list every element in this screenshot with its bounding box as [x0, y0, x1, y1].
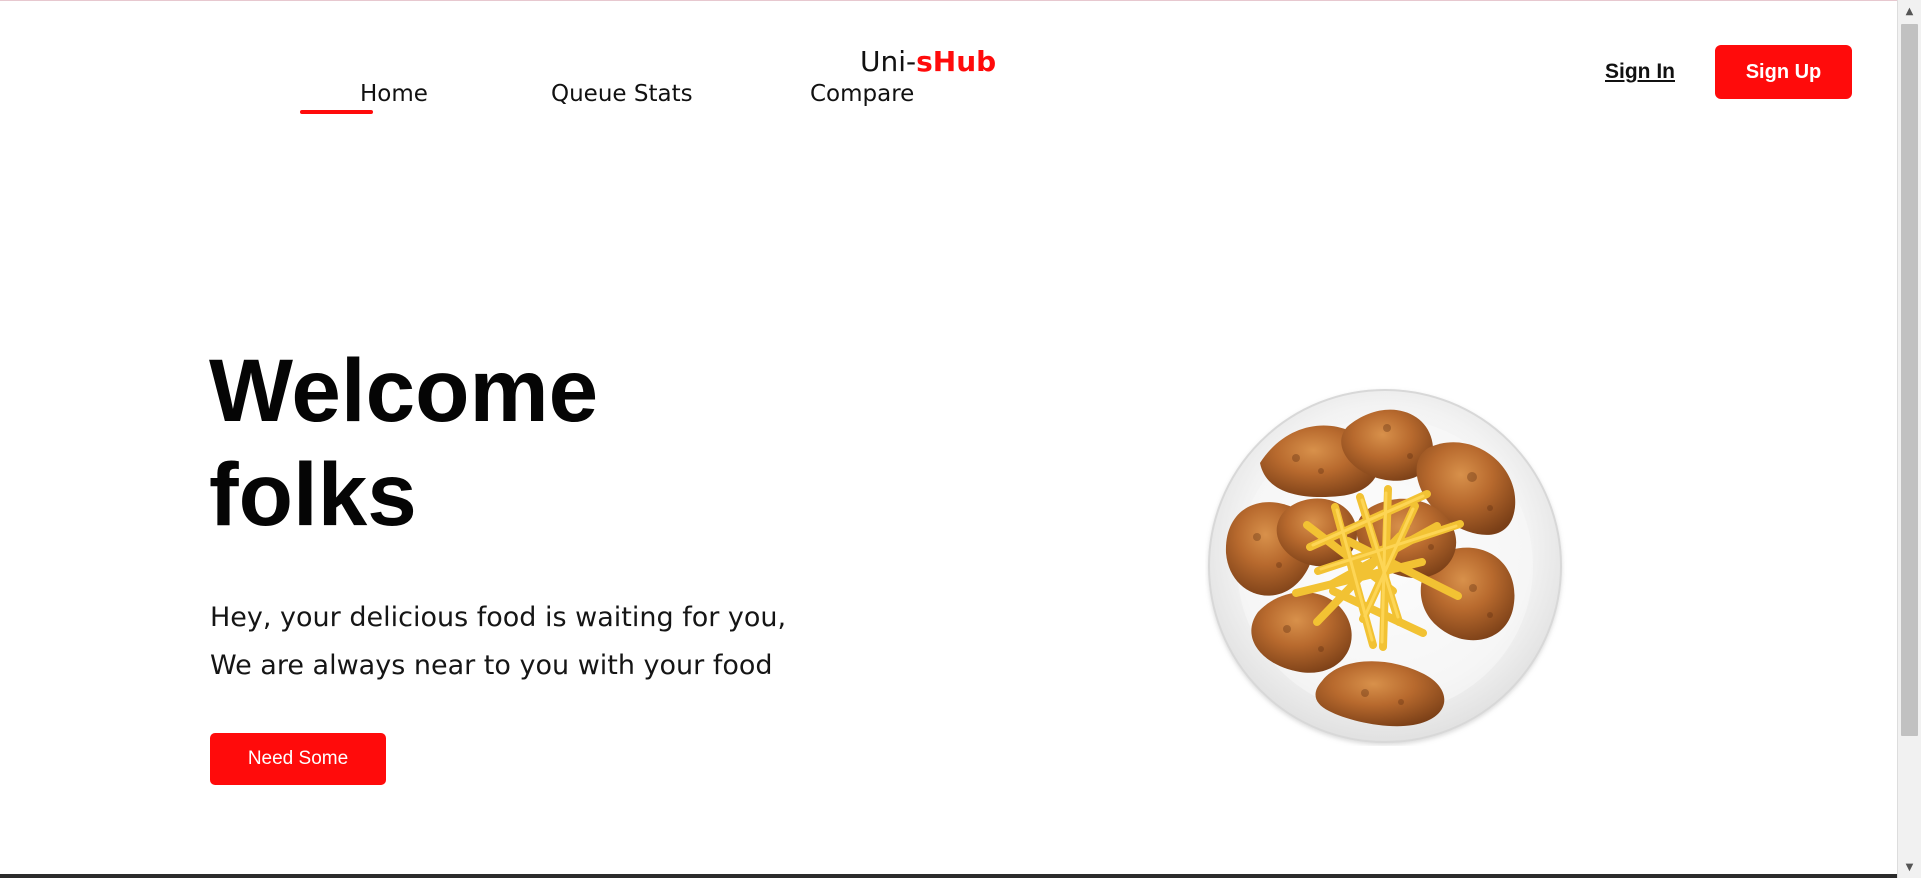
- fried-chicken-fries-plate-image: [1205, 381, 1570, 746]
- hero-description-line-2: We are always near to you with your food: [210, 650, 773, 681]
- scrollbar-thumb[interactable]: [1901, 24, 1918, 736]
- hero-title: Welcome folks: [209, 338, 769, 546]
- nav-home[interactable]: Home: [360, 77, 428, 111]
- hero-title-line-1: Welcome: [209, 340, 599, 440]
- sign-in-link[interactable]: Sign In: [1605, 59, 1675, 85]
- triangle-down-icon[interactable]: ▼: [1898, 856, 1921, 878]
- bottom-border: [0, 874, 1897, 878]
- logo-shub-text: sHub: [916, 45, 997, 78]
- site-logo[interactable]: Uni-sHub: [860, 44, 996, 80]
- need-some-button[interactable]: Need Some: [210, 733, 386, 785]
- browser-viewport: Home Queue Stats Compare Uni-sHub Sign I…: [0, 0, 1897, 878]
- nav-queue-stats[interactable]: Queue Stats: [551, 77, 693, 111]
- top-border: [0, 0, 1897, 1]
- hero-description: Hey, your delicious food is waiting for …: [210, 594, 860, 690]
- hero-title-line-2: folks: [209, 444, 417, 544]
- nav-compare[interactable]: Compare: [810, 77, 914, 111]
- fried-chicken-fries-plate-illustration: [1208, 389, 1562, 743]
- triangle-up-icon[interactable]: ▲: [1898, 0, 1921, 22]
- hero-description-line-1: Hey, your delicious food is waiting for …: [210, 602, 787, 633]
- sign-up-button[interactable]: Sign Up: [1715, 45, 1852, 99]
- logo-uni-text: Uni-: [860, 45, 917, 78]
- active-nav-indicator: [300, 110, 373, 114]
- vertical-scrollbar[interactable]: ▲ ▼: [1897, 0, 1921, 878]
